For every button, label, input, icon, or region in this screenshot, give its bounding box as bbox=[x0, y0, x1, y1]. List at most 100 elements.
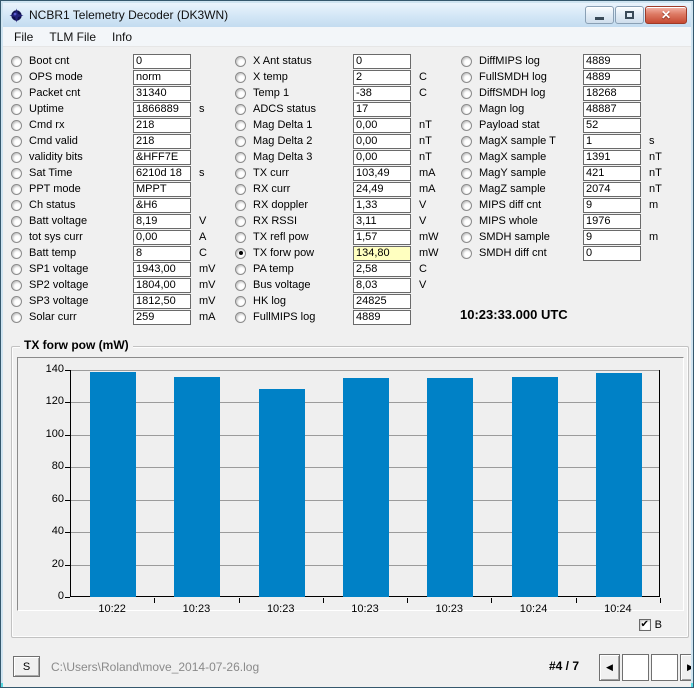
radio-validity-bits[interactable] bbox=[11, 152, 22, 163]
next-record-button[interactable]: ▶ bbox=[680, 654, 691, 681]
value-field-batt-temp[interactable]: 8 bbox=[133, 246, 191, 261]
radio-fullsmdh-log[interactable] bbox=[461, 72, 472, 83]
value-field-hk-log[interactable]: 24825 bbox=[353, 294, 411, 309]
radio-rx-rssi[interactable] bbox=[235, 216, 246, 227]
radio-magz-sample[interactable] bbox=[461, 184, 472, 195]
close-button[interactable]: ✕ bbox=[645, 6, 687, 24]
value-field-ch-status[interactable]: &H6 bbox=[133, 198, 191, 213]
value-field-ops-mode[interactable]: norm bbox=[133, 70, 191, 85]
radio-mips-whole[interactable] bbox=[461, 216, 472, 227]
title-bar[interactable]: NCBR1 Telemetry Decoder (DK3WN) ✕ bbox=[3, 3, 691, 27]
value-field-uptime[interactable]: 1866889 bbox=[133, 102, 191, 117]
value-field-tx-forw-pow[interactable]: 134,80 bbox=[353, 246, 411, 261]
radio-x-ant-status[interactable] bbox=[235, 56, 246, 67]
radio-fullmips-log[interactable] bbox=[235, 312, 246, 323]
radio-sp1-voltage[interactable] bbox=[11, 264, 22, 275]
radio-mag-delta-3[interactable] bbox=[235, 152, 246, 163]
prev-record-button[interactable]: ◀ bbox=[599, 654, 620, 681]
radio-cmd-rx[interactable] bbox=[11, 120, 22, 131]
value-field-mips-whole[interactable]: 1976 bbox=[583, 214, 641, 229]
value-field-x-temp[interactable]: 2 bbox=[353, 70, 411, 85]
value-field-fullmips-log[interactable]: 4889 bbox=[353, 310, 411, 325]
value-field-mag-delta-2[interactable]: 0,00 bbox=[353, 134, 411, 149]
radio-ch-status[interactable] bbox=[11, 200, 22, 211]
radio-batt-temp[interactable] bbox=[11, 248, 22, 259]
radio-bus-voltage[interactable] bbox=[235, 280, 246, 291]
value-field-smdh-diff-cnt[interactable]: 0 bbox=[583, 246, 641, 261]
radio-magy-sample[interactable] bbox=[461, 168, 472, 179]
value-field-mag-delta-1[interactable]: 0,00 bbox=[353, 118, 411, 133]
radio-diffmips-log[interactable] bbox=[461, 56, 472, 67]
value-field-diffmips-log[interactable]: 4889 bbox=[583, 54, 641, 69]
minimize-button[interactable] bbox=[585, 6, 614, 24]
b-checkbox[interactable]: ✔ bbox=[639, 619, 651, 631]
radio-tx-forw-pow[interactable] bbox=[235, 248, 246, 259]
radio-sp2-voltage[interactable] bbox=[11, 280, 22, 291]
radio-smdh-sample[interactable] bbox=[461, 232, 472, 243]
radio-mag-delta-2[interactable] bbox=[235, 136, 246, 147]
value-field-diffsmdh-log[interactable]: 18268 bbox=[583, 86, 641, 101]
radio-magn-log[interactable] bbox=[461, 104, 472, 115]
menu-tlm-file[interactable]: TLM File bbox=[42, 28, 103, 46]
value-field-sp1-voltage[interactable]: 1943,00 bbox=[133, 262, 191, 277]
radio-payload-stat[interactable] bbox=[461, 120, 472, 131]
value-field-magx-sample[interactable]: 1391 bbox=[583, 150, 641, 165]
radio-ops-mode[interactable] bbox=[11, 72, 22, 83]
value-field-rx-doppler[interactable]: 1,33 bbox=[353, 198, 411, 213]
value-field-sp2-voltage[interactable]: 1804,00 bbox=[133, 278, 191, 293]
radio-magx-sample[interactable] bbox=[461, 152, 472, 163]
radio-tx-curr[interactable] bbox=[235, 168, 246, 179]
value-field-mips-diff-cnt[interactable]: 9 bbox=[583, 198, 641, 213]
value-field-tx-refl-pow[interactable]: 1,57 bbox=[353, 230, 411, 245]
value-field-tx-curr[interactable]: 103,49 bbox=[353, 166, 411, 181]
value-field-mag-delta-3[interactable]: 0,00 bbox=[353, 150, 411, 165]
value-field-smdh-sample[interactable]: 9 bbox=[583, 230, 641, 245]
radio-sp3-voltage[interactable] bbox=[11, 296, 22, 307]
radio-temp-1[interactable] bbox=[235, 88, 246, 99]
value-field-rx-curr[interactable]: 24,49 bbox=[353, 182, 411, 197]
value-field-batt-voltage[interactable]: 8,19 bbox=[133, 214, 191, 229]
radio-sat-time[interactable] bbox=[11, 168, 22, 179]
radio-x-temp[interactable] bbox=[235, 72, 246, 83]
value-field-magn-log[interactable]: 48887 bbox=[583, 102, 641, 117]
value-field-bus-voltage[interactable]: 8,03 bbox=[353, 278, 411, 293]
restore-button[interactable] bbox=[615, 6, 644, 24]
value-field-cmd-valid[interactable]: 218 bbox=[133, 134, 191, 149]
value-field-adcs-status[interactable]: 17 bbox=[353, 102, 411, 117]
nav-box-left[interactable] bbox=[622, 654, 649, 681]
menu-info[interactable]: Info bbox=[105, 28, 139, 46]
radio-uptime[interactable] bbox=[11, 104, 22, 115]
radio-rx-curr[interactable] bbox=[235, 184, 246, 195]
value-field-tot-sys-curr[interactable]: 0,00 bbox=[133, 230, 191, 245]
value-field-rx-rssi[interactable]: 3,11 bbox=[353, 214, 411, 229]
value-field-magy-sample[interactable]: 421 bbox=[583, 166, 641, 181]
value-field-ppt-mode[interactable]: MPPT bbox=[133, 182, 191, 197]
menu-file[interactable]: File bbox=[7, 28, 40, 46]
s-button[interactable]: S bbox=[13, 656, 40, 677]
radio-mips-diff-cnt[interactable] bbox=[461, 200, 472, 211]
radio-adcs-status[interactable] bbox=[235, 104, 246, 115]
radio-rx-doppler[interactable] bbox=[235, 200, 246, 211]
radio-packet-cnt[interactable] bbox=[11, 88, 22, 99]
radio-mag-delta-1[interactable] bbox=[235, 120, 246, 131]
radio-solar-curr[interactable] bbox=[11, 312, 22, 323]
radio-tx-refl-pow[interactable] bbox=[235, 232, 246, 243]
value-field-magz-sample[interactable]: 2074 bbox=[583, 182, 641, 197]
value-field-solar-curr[interactable]: 259 bbox=[133, 310, 191, 325]
value-field-boot-cnt[interactable]: 0 bbox=[133, 54, 191, 69]
value-field-payload-stat[interactable]: 52 bbox=[583, 118, 641, 133]
value-field-fullsmdh-log[interactable]: 4889 bbox=[583, 70, 641, 85]
radio-tot-sys-curr[interactable] bbox=[11, 232, 22, 243]
radio-ppt-mode[interactable] bbox=[11, 184, 22, 195]
radio-boot-cnt[interactable] bbox=[11, 56, 22, 67]
value-field-validity-bits[interactable]: &HFF7E bbox=[133, 150, 191, 165]
radio-diffsmdh-log[interactable] bbox=[461, 88, 472, 99]
radio-pa-temp[interactable] bbox=[235, 264, 246, 275]
value-field-cmd-rx[interactable]: 218 bbox=[133, 118, 191, 133]
value-field-sp3-voltage[interactable]: 1812,50 bbox=[133, 294, 191, 309]
radio-smdh-diff-cnt[interactable] bbox=[461, 248, 472, 259]
radio-magx-sample-t[interactable] bbox=[461, 136, 472, 147]
radio-cmd-valid[interactable] bbox=[11, 136, 22, 147]
nav-box-right[interactable] bbox=[651, 654, 678, 681]
value-field-packet-cnt[interactable]: 31340 bbox=[133, 86, 191, 101]
